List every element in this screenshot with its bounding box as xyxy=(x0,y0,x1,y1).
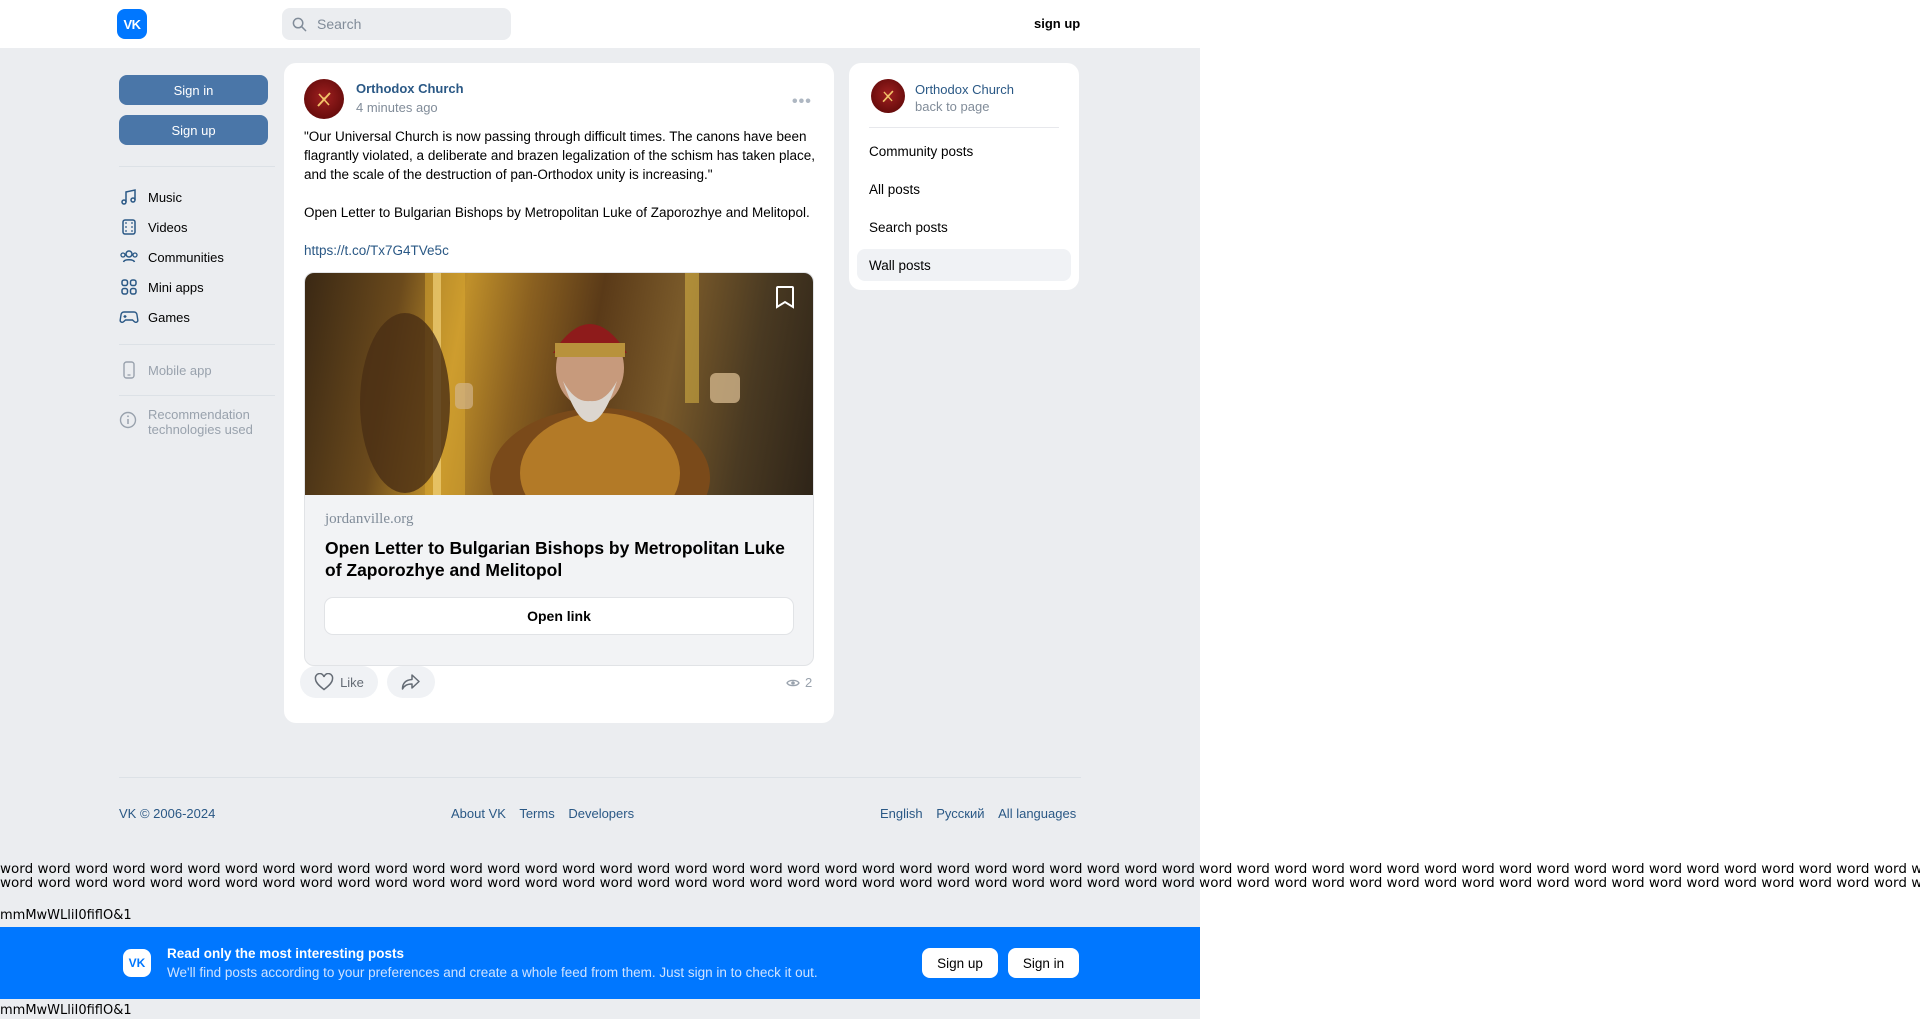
footer-links: About VK Terms Developers xyxy=(451,806,644,821)
menu-wall-posts[interactable]: Wall posts xyxy=(857,249,1071,281)
menu-search-posts[interactable]: Search posts xyxy=(857,211,1071,243)
footer-link-about[interactable]: About VK xyxy=(451,806,506,821)
nav-item-videos[interactable]: Videos xyxy=(119,215,188,239)
communities-icon xyxy=(119,247,139,267)
open-link-button[interactable]: Open link xyxy=(325,598,793,634)
language-all[interactable]: All languages xyxy=(998,806,1076,821)
like-label: Like xyxy=(340,674,364,690)
header-signup-link[interactable]: sign up xyxy=(1034,16,1080,31)
nav-item-games[interactable]: Games xyxy=(119,305,190,329)
attachment-domain: jordanville.org xyxy=(325,511,414,527)
nav-item-recommendation[interactable]: Recommendation technologies used xyxy=(119,407,253,437)
font-probe-text: mmMwWLliI0fiflO&1 xyxy=(0,908,132,923)
signup-button[interactable]: Sign up xyxy=(119,115,268,145)
nav-divider xyxy=(119,166,275,167)
eye-icon xyxy=(786,679,800,686)
filler-line: word word word word word word word word … xyxy=(0,862,1920,877)
bishop-photo-image xyxy=(360,273,740,495)
music-icon xyxy=(119,187,139,207)
phone-icon xyxy=(119,360,139,380)
nav-divider xyxy=(119,395,275,396)
gamepad-icon xyxy=(119,307,139,327)
nav-item-label: Music xyxy=(148,189,182,205)
font-probe-text: mmMwWLliI0fiflO&1 xyxy=(0,1003,132,1018)
nav-item-label: Videos xyxy=(148,219,188,235)
copyright-text: VK © 2006-2024 xyxy=(119,806,216,821)
info-icon xyxy=(119,411,139,431)
copyright: VK © 2006-2024 xyxy=(119,806,215,821)
language-links: English Русский All languages xyxy=(880,806,1076,821)
post-paragraph: Open Letter to Bulgarian Bishops by Metr… xyxy=(304,205,810,220)
nav-item-label: Games xyxy=(148,309,190,325)
like-button[interactable]: Like xyxy=(300,666,378,698)
signin-button[interactable]: Sign in xyxy=(119,75,268,105)
signin-banner: VK Read only the most interesting posts … xyxy=(0,927,1200,999)
banner-subtitle: We'll find posts according to your prefe… xyxy=(167,965,818,980)
top-header: VK sign up xyxy=(0,0,1200,48)
vk-logo[interactable]: VK xyxy=(117,9,147,39)
views-counter: 2 xyxy=(786,675,812,690)
nav-item-music[interactable]: Music xyxy=(119,185,182,209)
more-options-icon[interactable]: ••• xyxy=(792,93,812,111)
nav-divider xyxy=(119,344,275,345)
nav-item-label: Communities xyxy=(148,249,224,265)
footer-divider xyxy=(119,777,1081,778)
recommendation-text: Recommendation technologies used xyxy=(148,407,253,437)
attachment-title[interactable]: Open Letter to Bulgarian Bishops by Metr… xyxy=(325,537,795,581)
right-panel: Orthodox Church back to page Community p… xyxy=(849,63,1079,290)
community-name-link[interactable]: Orthodox Church xyxy=(915,82,1014,97)
banner-signup-button[interactable]: Sign up xyxy=(922,948,998,978)
crozier-icon xyxy=(317,92,331,107)
community-avatar[interactable] xyxy=(304,79,344,119)
views-count: 2 xyxy=(805,675,813,690)
crozier-icon xyxy=(882,90,894,103)
nav-item-label: Mobile app xyxy=(148,362,212,378)
panel-divider xyxy=(869,127,1059,128)
attachment-photo[interactable] xyxy=(305,273,813,495)
menu-community-posts[interactable]: Community posts xyxy=(857,135,1071,167)
post-link[interactable]: https://t.co/Tx7G4TVe5c xyxy=(304,243,449,258)
footer-link-developers[interactable]: Developers xyxy=(568,806,634,821)
post-author-link[interactable]: Orthodox Church xyxy=(356,81,464,96)
post-timestamp[interactable]: 4 minutes ago xyxy=(356,100,438,115)
post-text: "Our Universal Church is now passing thr… xyxy=(304,127,819,260)
filler-text: word word word word word word word word … xyxy=(0,862,1920,890)
community-avatar[interactable] xyxy=(871,79,905,113)
search-icon xyxy=(292,17,307,31)
banner-signin-button[interactable]: Sign in xyxy=(1008,948,1079,978)
search-box[interactable] xyxy=(282,8,511,40)
post-card: Orthodox Church 4 minutes ago ••• "Our U… xyxy=(284,63,834,723)
mini-apps-icon xyxy=(119,277,139,297)
language-russian[interactable]: Русский xyxy=(936,806,984,821)
recommendation-line1: Recommendation xyxy=(148,407,250,422)
filler-line: word word word word word word word word … xyxy=(0,875,1920,890)
back-to-page-link[interactable]: back to page xyxy=(915,99,989,114)
search-input[interactable] xyxy=(315,15,499,33)
share-icon xyxy=(401,674,420,690)
heart-icon xyxy=(314,673,334,691)
recommendation-line2: technologies used xyxy=(148,422,253,437)
bookmark-icon[interactable] xyxy=(771,283,799,311)
link-attachment[interactable]: jordanville.org Open Letter to Bulgarian… xyxy=(304,272,814,666)
language-english[interactable]: English xyxy=(880,806,923,821)
share-button[interactable] xyxy=(387,666,435,698)
menu-all-posts[interactable]: All posts xyxy=(857,173,1071,205)
nav-item-mobile-app[interactable]: Mobile app xyxy=(119,358,212,382)
nav-item-communities[interactable]: Communities xyxy=(119,245,224,269)
vk-logo: VK xyxy=(123,949,151,977)
post-quote: "Our Universal Church is now passing thr… xyxy=(304,129,816,182)
video-icon xyxy=(119,217,139,237)
banner-title: Read only the most interesting posts xyxy=(167,946,405,961)
footer-link-terms[interactable]: Terms xyxy=(519,806,554,821)
nav-item-label: Mini apps xyxy=(148,279,204,295)
nav-item-mini-apps[interactable]: Mini apps xyxy=(119,275,204,299)
